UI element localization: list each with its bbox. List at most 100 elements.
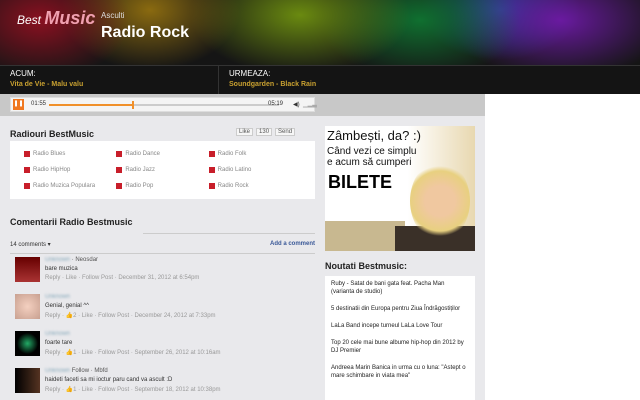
radio-label: Radio Latino — [217, 166, 252, 173]
comment-item: Unknown Follow · Mbfd haideti faceti sa m… — [15, 368, 315, 400]
seek-slider[interactable] — [49, 101, 279, 109]
news-item[interactable]: LaLa Band incepe turneul LaLa Love Tour — [331, 322, 469, 330]
facebook-widget: Like 130 Send — [236, 128, 296, 136]
player-bar: ❚❚ 01:55 05:19 ◀) ▁▂▃ — [0, 94, 485, 116]
radio-label: Radio Blues — [33, 150, 66, 157]
total-time: 05:19 — [268, 101, 284, 107]
avatar[interactable] — [15, 331, 40, 356]
next-playing: URMEAZA: Soundgarden - Black Rain — [229, 69, 316, 88]
radio-label: Radio Dance — [125, 150, 161, 157]
news-item[interactable]: Top 20 cele mai bune albume hip-hop din … — [331, 339, 469, 355]
now-playing-bar: ACUM: Vita de Vie - Malu valu URMEAZA: Sou… — [0, 65, 640, 95]
like-button[interactable]: Like — [236, 128, 254, 136]
ad-image-person — [410, 161, 470, 241]
comment-author[interactable]: Unknown — [45, 368, 70, 374]
play-icon — [208, 183, 215, 190]
comment-body: Unknown · Neosdar bare muzica Reply · Like… — [45, 257, 199, 281]
radio-link[interactable]: Radio HipHop — [24, 163, 116, 176]
news-item[interactable]: Andreea Marin Banica in urma cu o luna: … — [331, 364, 469, 380]
comment-text: Genial, genial ^^ — [45, 303, 89, 309]
comment-body: Unknown Genial, genial ^^ Reply · 👍2 · Li… — [45, 294, 216, 319]
comment-tag: · Neosdar — [71, 257, 99, 263]
avatar[interactable] — [15, 257, 40, 282]
volume-icon[interactable]: ◀) — [293, 101, 300, 108]
divider — [10, 253, 315, 254]
comment-tag: Follow · Mbfd — [71, 368, 108, 374]
audio-player: ❚❚ 01:55 05:19 ◀) ▁▂▃ — [10, 97, 317, 112]
volume-slider[interactable]: ▁▂▃ — [303, 101, 317, 108]
play-icon — [24, 183, 30, 190]
news-title: Noutati Bestmusic: — [325, 261, 408, 271]
comment-author[interactable]: Unknown — [45, 294, 70, 300]
radio-link[interactable]: Radio Rock — [208, 180, 301, 193]
page-title: Radio Rock — [101, 24, 190, 41]
comment-actions[interactable]: Reply · 👍1 · Like · Follow Post · Septem… — [45, 386, 221, 393]
send-button[interactable]: Send — [275, 128, 296, 136]
comment-author[interactable]: Unknown — [45, 257, 70, 263]
comment-body: Unknown Follow · Mbfd haideti faceti sa m… — [45, 368, 221, 393]
comments-title: Comentarii Radio Bestmusic — [10, 217, 133, 227]
news-item[interactable]: 5 destinatii din Europa pentru Ziua Îndr… — [331, 305, 469, 313]
play-icon — [208, 166, 215, 173]
play-icon — [116, 150, 123, 157]
comments-count[interactable]: 14 comments ▾ — [10, 241, 51, 248]
logo[interactable]: Best Music — [17, 8, 95, 29]
ad-banner[interactable]: Zâmbești, da? :) Când vezi ce simplu e ac… — [325, 126, 475, 251]
news-item[interactable]: Ruby - Satat de bani gata feat. Pacha Ma… — [331, 280, 469, 296]
comment-actions[interactable]: Reply · Like · Follow Post · December 31… — [45, 275, 199, 281]
comments-meta: 14 comments ▾ Add a comment — [10, 241, 315, 248]
comment-item: Unknown · Neosdar bare muzica Reply · Like… — [15, 257, 315, 289]
elapsed-time: 01:55 — [31, 101, 47, 107]
header: Best Music Asculti Radio Rock — [0, 0, 640, 65]
ad-headline: Zâmbești, da? :) — [327, 128, 421, 143]
radio-link[interactable]: Radio Blues — [24, 147, 116, 160]
radio-label: Radio Jazz — [125, 166, 156, 173]
logo-music: Music — [44, 8, 96, 28]
now-playing: ACUM: Vita de Vie - Malu valu — [10, 69, 83, 88]
divider — [143, 233, 315, 234]
radio-label: Radio HipHop — [33, 166, 71, 173]
comment-item: Unknown foarte tare Reply · 👍1 · Like · F… — [15, 331, 315, 363]
main-content: Radiouri BestMusic Like 130 Send Radio B… — [0, 116, 485, 400]
radio-label: Radio Folk — [217, 150, 247, 157]
now-label: ACUM: — [10, 69, 36, 78]
comment-actions[interactable]: Reply · 👍1 · Like · Follow Post · Septem… — [45, 349, 221, 356]
comment-actions[interactable]: Reply · 👍2 · Like · Follow Post · Decemb… — [45, 312, 216, 319]
comment-author[interactable]: Unknown — [45, 331, 70, 337]
pause-icon[interactable]: ❚❚ — [13, 99, 24, 110]
play-icon — [24, 150, 30, 157]
ad-line: Când vezi ce simplu — [327, 146, 417, 157]
radio-link[interactable]: Radio Dance — [116, 147, 208, 160]
comment-item: Unknown Genial, genial ^^ Reply · 👍2 · Li… — [15, 294, 315, 326]
logo-best: Best — [17, 13, 42, 27]
radio-label: Radio Muzica Populara — [33, 183, 96, 190]
like-count: 130 — [256, 128, 273, 136]
comment-text: haideti faceti sa mi ioctur paru cand va… — [45, 377, 173, 383]
radio-link[interactable]: Radio Muzica Populara — [24, 180, 116, 193]
radio-link[interactable]: Radio Folk — [208, 147, 301, 160]
play-icon — [116, 166, 123, 173]
news-list: Ruby - Satat de bani gata feat. Pacha Ma… — [325, 276, 475, 400]
next-value: Soundgarden - Black Rain — [229, 81, 317, 88]
radios-title: Radiouri BestMusic — [10, 129, 95, 139]
subtitle: Asculti — [101, 11, 125, 20]
play-icon — [208, 150, 215, 157]
play-icon — [116, 183, 123, 190]
divider — [218, 66, 219, 95]
comment-text: bare muzica — [45, 266, 78, 272]
radio-link[interactable]: Radio Jazz — [116, 163, 208, 176]
now-value: Vita de Vie - Malu valu — [10, 81, 84, 88]
avatar[interactable] — [15, 368, 40, 393]
next-label: URMEAZA: — [229, 69, 271, 78]
seek-handle[interactable] — [131, 101, 134, 109]
comment-text: foarte tare — [45, 340, 73, 346]
comment-body: Unknown foarte tare Reply · 👍1 · Like · F… — [45, 331, 221, 356]
play-icon — [24, 166, 30, 173]
avatar[interactable] — [15, 294, 40, 319]
add-comment-link[interactable]: Add a comment — [270, 241, 315, 248]
ad-line: e acum să cumperi — [327, 157, 412, 168]
radio-link[interactable]: Radio Latino — [208, 163, 301, 176]
ad-image-sofa — [325, 221, 405, 251]
radio-link[interactable]: Radio Pop — [116, 180, 208, 193]
radio-label: Radio Rock — [217, 183, 249, 190]
